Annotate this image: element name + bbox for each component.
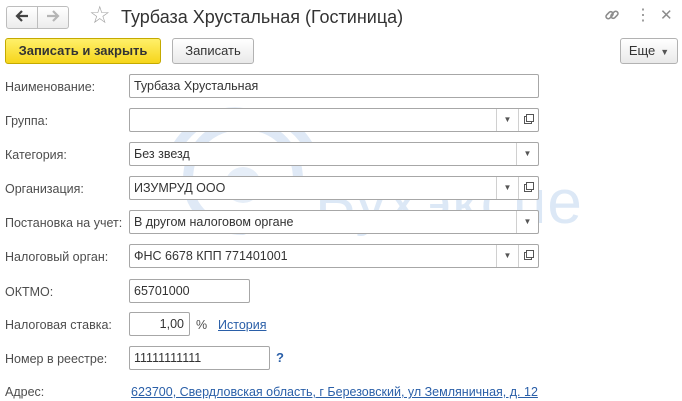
name-value: Турбаза Хрустальная: [134, 79, 259, 93]
tax-rate-label: Налоговая ставка:: [5, 318, 112, 332]
registration-field[interactable]: В другом налоговом органе ▼: [129, 210, 539, 234]
group-field[interactable]: ▼: [129, 108, 539, 132]
page-title: Турбаза Хрустальная (Гостиница): [121, 7, 404, 27]
save-button[interactable]: Записать: [172, 38, 254, 64]
registration-dropdown-button[interactable]: ▼: [516, 211, 538, 233]
kebab-menu-icon[interactable]: ⋮: [635, 7, 651, 25]
tax-rate-field[interactable]: 1,00: [129, 312, 190, 336]
organization-field[interactable]: ИЗУМРУД ООО ▼: [129, 176, 539, 200]
open-form-icon: [523, 109, 534, 131]
help-icon[interactable]: ?: [276, 350, 284, 366]
registry-field[interactable]: 11111111111: [129, 346, 270, 370]
category-field[interactable]: Без звезд ▼: [129, 142, 539, 166]
link-icon[interactable]: [604, 7, 620, 28]
save-and-close-button[interactable]: Записать и закрыть: [5, 38, 161, 64]
more-button[interactable]: Еще ▼: [620, 38, 678, 64]
organization-dropdown-button[interactable]: ▼: [496, 177, 518, 199]
tax-office-field[interactable]: ФНС 6678 КПП 771401001 ▼: [129, 244, 539, 268]
name-field[interactable]: Турбаза Хрустальная: [129, 74, 539, 98]
open-form-icon: [523, 245, 534, 267]
organization-open-button[interactable]: [518, 177, 538, 199]
address-link[interactable]: 623700, Свердловская область, г Березовс…: [131, 384, 538, 400]
back-button[interactable]: [6, 6, 38, 29]
oktmo-value: 65701000: [134, 284, 190, 298]
history-link[interactable]: История: [218, 317, 266, 333]
group-dropdown-button[interactable]: ▼: [496, 109, 518, 131]
star-icon[interactable]: ☆: [89, 4, 111, 28]
address-label: Адрес:: [5, 385, 45, 399]
arrow-left-icon: [15, 10, 29, 25]
close-icon[interactable]: ✕: [660, 7, 673, 25]
oktmo-label: ОКТМО:: [5, 285, 54, 299]
tax-office-value: ФНС 6678 КПП 771401001: [134, 249, 288, 263]
oktmo-field[interactable]: 65701000: [129, 279, 250, 303]
triangle-down-icon: ▼: [503, 115, 512, 124]
group-label: Группа:: [5, 114, 49, 128]
registry-label: Номер в реестре:: [5, 352, 108, 366]
organization-label: Организация:: [5, 182, 84, 196]
arrow-right-icon: [46, 10, 60, 25]
organization-value: ИЗУМРУД ООО: [134, 181, 226, 195]
more-button-label: Еще: [628, 43, 656, 58]
tax-office-open-button[interactable]: [518, 245, 538, 267]
tax-office-dropdown-button[interactable]: ▼: [496, 245, 518, 267]
category-label: Категория:: [5, 148, 67, 162]
group-open-button[interactable]: [518, 109, 538, 131]
triangle-down-icon: ▼: [503, 183, 512, 192]
triangle-down-icon: ▼: [523, 217, 532, 226]
forward-button[interactable]: [37, 6, 69, 29]
registration-value: В другом налоговом органе: [134, 215, 294, 229]
registration-label: Постановка на учет:: [5, 216, 123, 230]
triangle-down-icon: ▼: [503, 251, 512, 260]
registry-value: 11111111111: [134, 351, 202, 365]
name-label: Наименование:: [5, 80, 96, 94]
triangle-down-icon: ▼: [523, 149, 532, 158]
category-value: Без звезд: [134, 147, 190, 161]
open-form-icon: [523, 177, 534, 199]
category-dropdown-button[interactable]: ▼: [516, 143, 538, 165]
tax-office-label: Налоговый орган:: [5, 250, 109, 264]
tax-rate-value: 1,00: [159, 317, 184, 331]
triangle-down-icon: ▼: [660, 47, 670, 57]
tax-rate-unit: %: [196, 318, 208, 332]
